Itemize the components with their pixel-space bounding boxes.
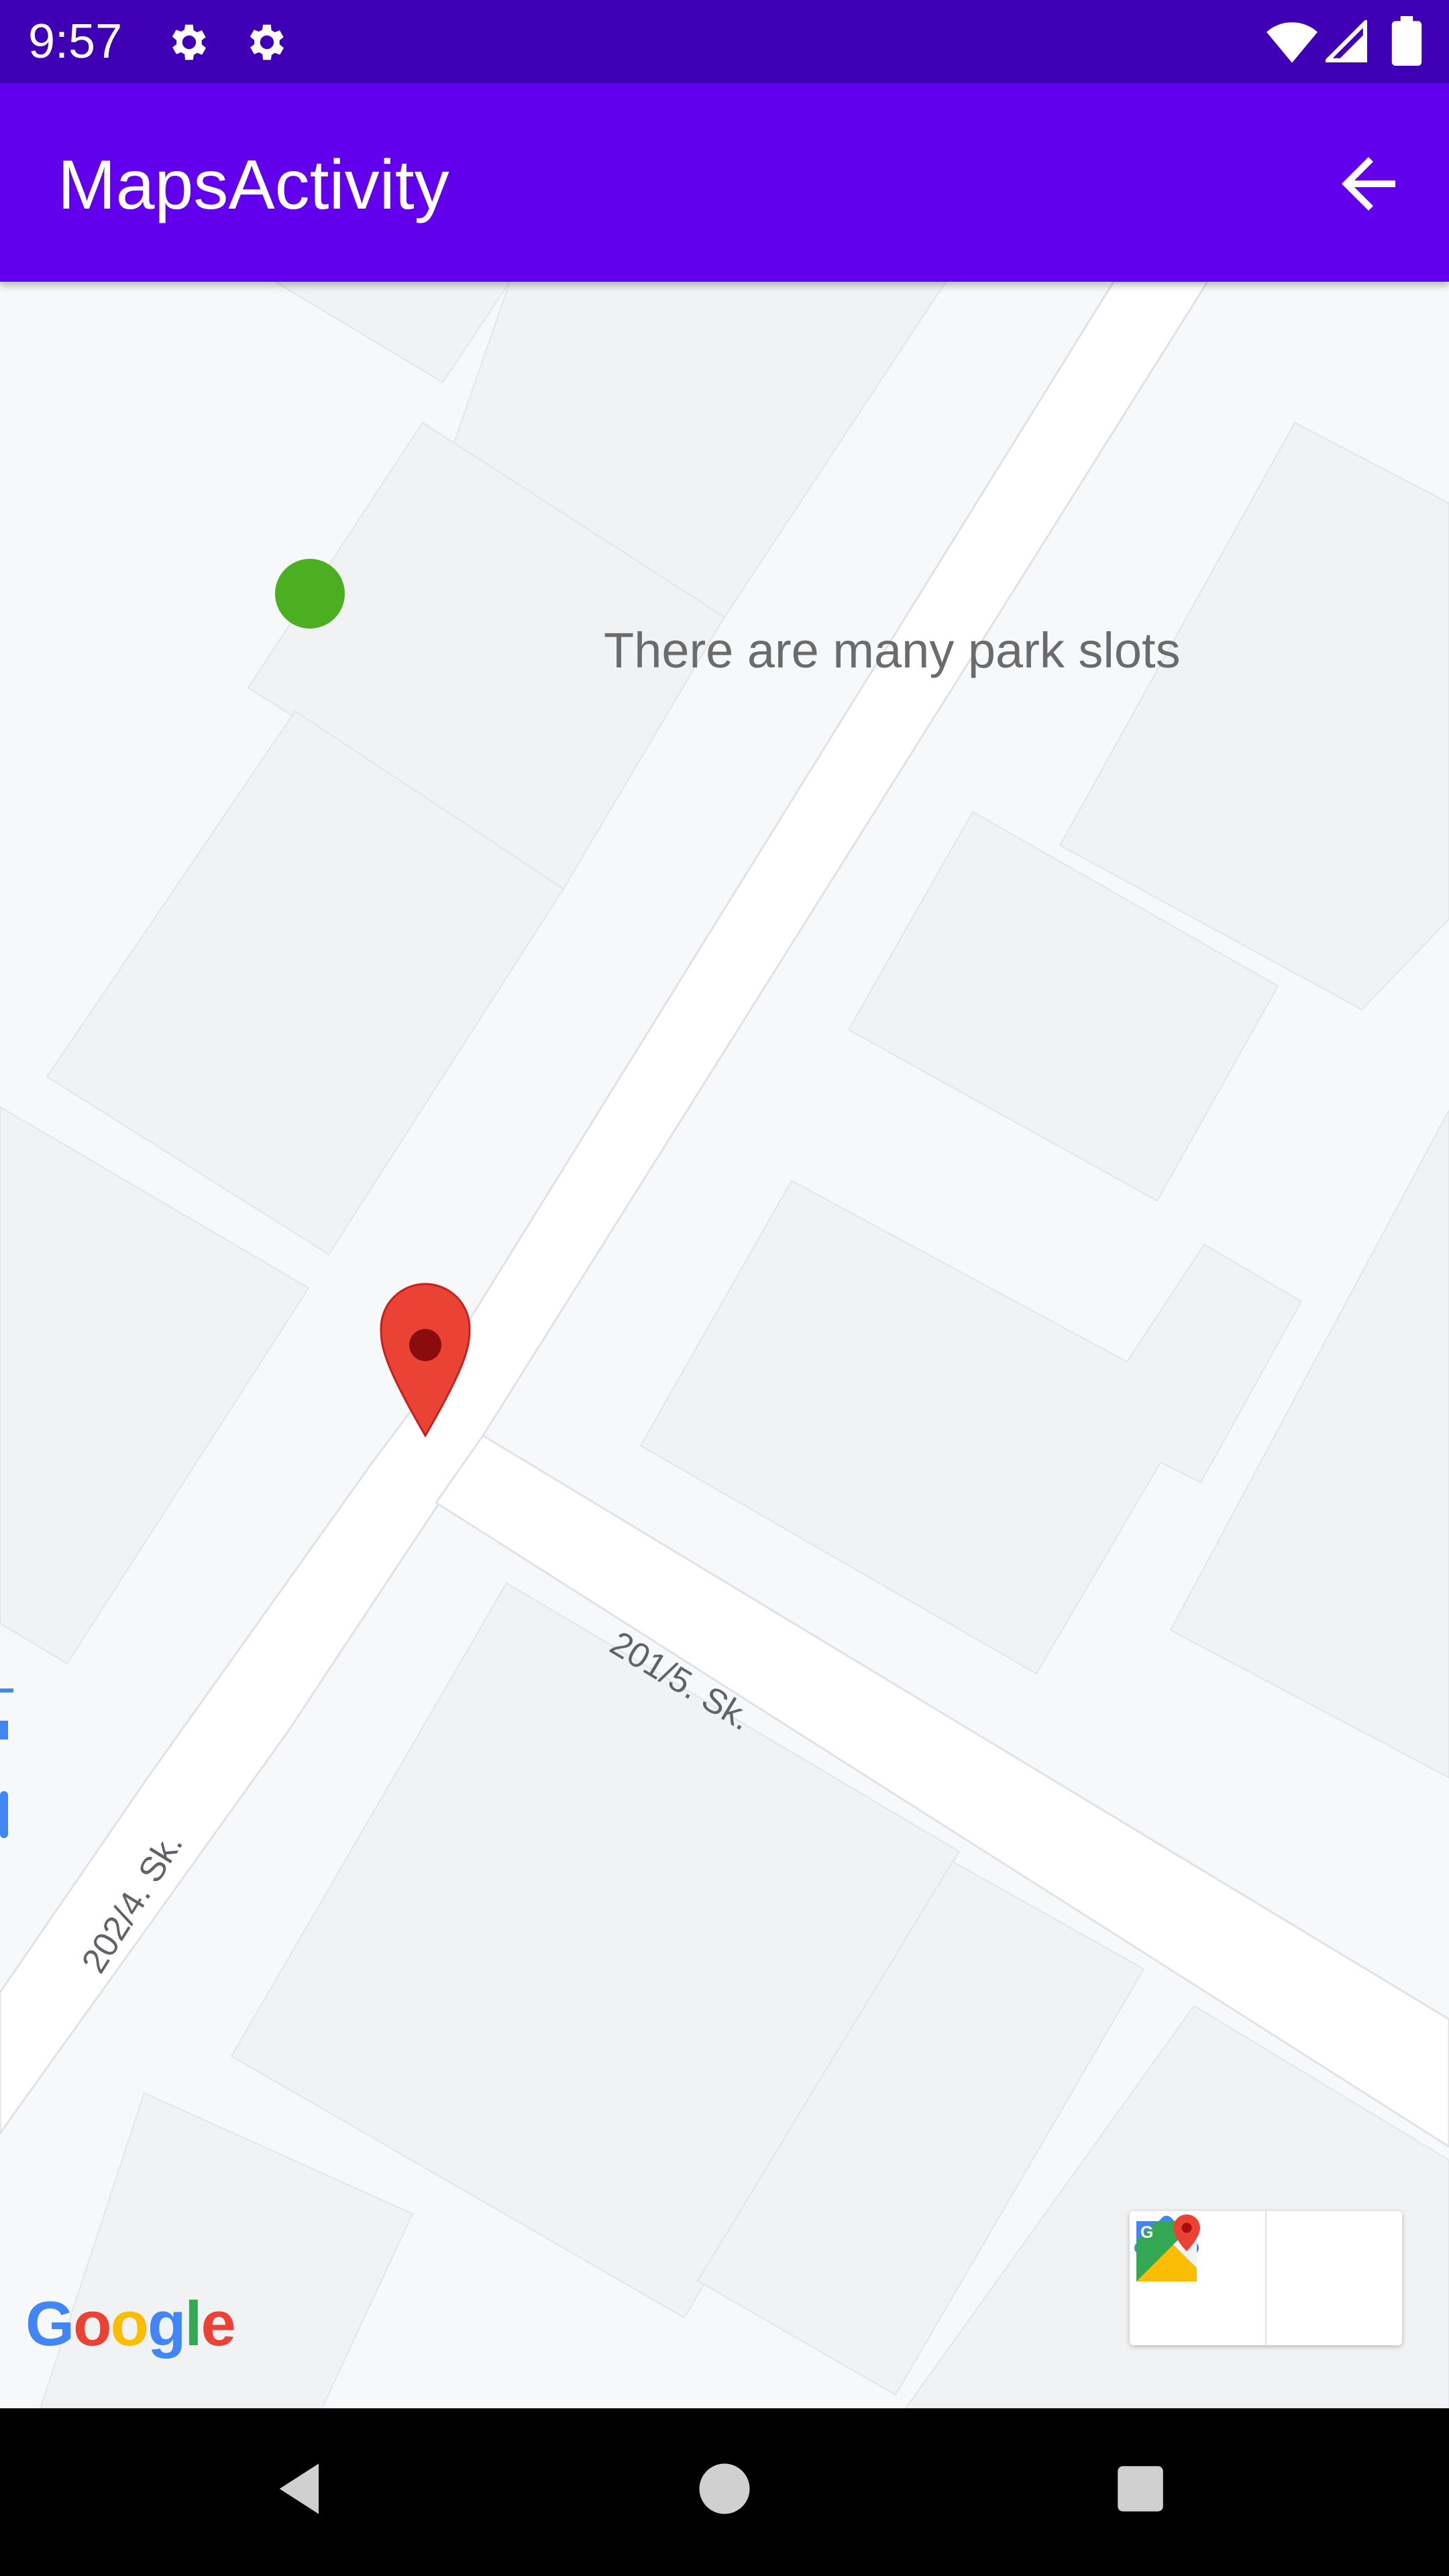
map-toolbar: G [1130,2211,1402,2345]
open-in-maps-button[interactable]: G [1136,2211,1402,2345]
map-canvas[interactable] [0,282,1449,2408]
back-triangle-icon [279,2463,319,2514]
park-slot-dot[interactable] [275,559,345,629]
google-maps-icon: G [1136,2214,1200,2282]
page-title: MapsActivity [58,146,449,224]
arrow-back-icon[interactable] [1328,144,1409,224]
battery-icon [1391,16,1422,66]
signal-icon [1326,20,1367,62]
google-attribution: Google [25,2288,236,2359]
svg-text:G: G [1140,2223,1153,2242]
app-bar: MapsActivity [0,83,1449,282]
map-view[interactable]: There are many park slots 201/5. Sk. 202… [0,282,1449,2408]
nav-recents-button[interactable] [1087,2435,1194,2542]
nav-bar [0,2408,1449,2576]
marker-info-text: There are many park slots [604,623,1181,678]
status-time: 9:57 [28,15,123,68]
status-bar: 9:57 [0,0,1449,83]
gear-icon [250,24,284,60]
nav-home-button[interactable] [671,2435,778,2542]
gear-icon [172,24,206,60]
nav-back-button[interactable] [248,2435,356,2542]
home-circle-icon [699,2463,750,2514]
wifi-icon [1267,22,1318,63]
recents-square-icon [1118,2466,1163,2512]
